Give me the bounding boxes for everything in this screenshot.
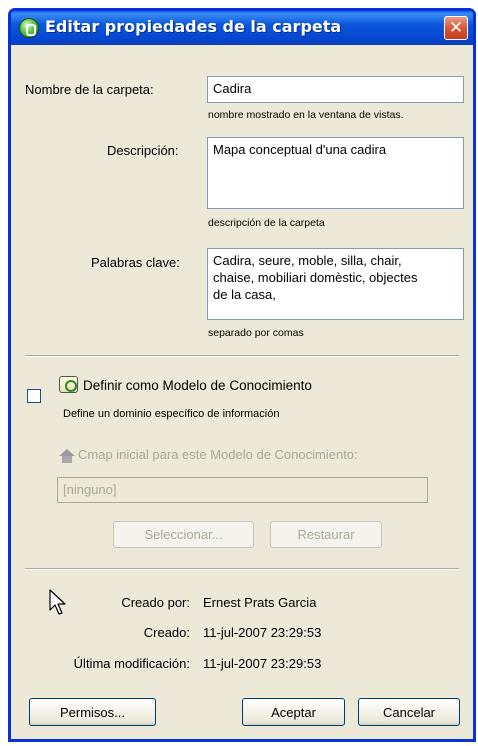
permissions-button[interactable]: Permisos... xyxy=(29,698,156,726)
cancel-button[interactable]: Cancelar xyxy=(358,698,460,726)
separator-bottom xyxy=(25,568,459,570)
folder-name-input[interactable]: Cadira xyxy=(207,76,464,103)
created-by-value: Ernest Prats Garcia xyxy=(203,595,317,610)
created-by-label: Creado por: xyxy=(121,595,190,610)
window-title: Editar propiedades de la carpeta xyxy=(45,17,342,36)
initial-cmap-field: [ninguno] xyxy=(57,477,428,503)
description-hint: descripción de la carpeta xyxy=(208,217,325,229)
knowledge-model-checkbox[interactable] xyxy=(27,389,41,403)
close-icon: ✕ xyxy=(448,18,464,38)
description-textarea[interactable]: Mapa conceptual d'una cadira xyxy=(207,137,464,209)
modified-value: 11-jul-2007 23:29:53 xyxy=(203,656,322,671)
knowledge-model-label[interactable]: Definir como Modelo de Conocimiento xyxy=(83,378,312,393)
close-button[interactable]: ✕ xyxy=(444,16,468,40)
keywords-hint: separado por comas xyxy=(208,327,304,339)
folder-name-hint: nombre mostrado en la ventana de vistas. xyxy=(208,109,404,121)
modified-label: Última modificación: xyxy=(73,656,190,671)
restore-button[interactable]: Restaurar xyxy=(270,521,382,548)
created-label: Creado: xyxy=(143,625,190,640)
created-value: 11-jul-2007 23:29:53 xyxy=(203,625,322,640)
keywords-label: Palabras clave: xyxy=(91,255,180,270)
description-label: Descripción: xyxy=(107,143,179,158)
home-icon xyxy=(59,449,75,463)
app-icon xyxy=(19,18,39,38)
title-bar[interactable]: Editar propiedades de la carpeta ✕ xyxy=(11,11,473,45)
initial-cmap-label: Cmap inicial para este Modelo de Conocim… xyxy=(78,447,358,462)
folder-name-label: Nombre de la carpeta: xyxy=(25,82,154,97)
select-button[interactable]: Seleccionar... xyxy=(113,521,254,548)
knowledge-model-description: Define un dominio específico de informac… xyxy=(63,408,280,420)
keywords-textarea[interactable]: Cadira, seure, moble, silla, chair, chai… xyxy=(207,248,464,320)
separator-top xyxy=(25,355,459,357)
accept-button[interactable]: Aceptar xyxy=(242,698,345,726)
mouse-cursor-icon xyxy=(49,589,66,615)
knowledge-model-icon xyxy=(59,376,78,393)
properties-dialog: Editar propiedades de la carpeta ✕ Nombr… xyxy=(8,8,476,742)
